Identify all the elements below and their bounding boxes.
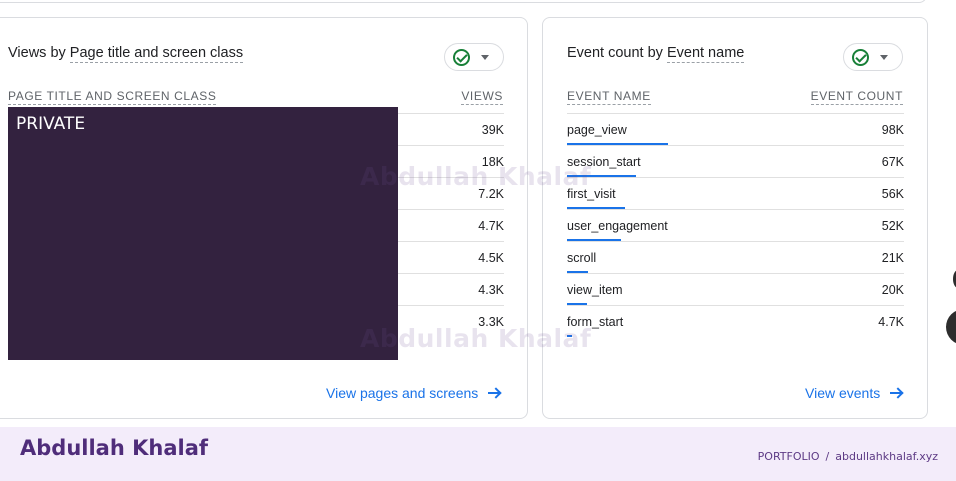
event-count: 56K — [881, 187, 904, 201]
table-row: session_start 67K — [567, 145, 904, 177]
row-value: 4.5K — [478, 251, 504, 265]
event-name: session_start — [567, 155, 641, 169]
floating-action-button[interactable] — [946, 309, 956, 345]
event-count: 4.7K — [878, 315, 904, 329]
check-circle-icon — [852, 48, 869, 66]
view-events-link[interactable]: View events — [805, 385, 902, 401]
table-row: form_start 4.7K — [567, 305, 904, 337]
chevron-down-icon — [481, 54, 489, 60]
private-label: PRIVATE — [16, 114, 86, 134]
event-name: scroll — [567, 251, 597, 265]
event-name: view_item — [567, 283, 623, 297]
row-value: 39K — [481, 123, 504, 137]
previous-card-edge — [0, 0, 927, 3]
dimension-selector[interactable]: Page title and screen class — [69, 45, 244, 63]
card-title: Views by Page title and screen class — [8, 45, 244, 63]
event-count: 98K — [881, 123, 904, 137]
table-row: scroll 21K — [567, 241, 904, 273]
check-circle-icon — [453, 48, 470, 66]
chevron-down-icon — [880, 54, 888, 60]
event-name: first_visit — [567, 187, 616, 201]
portfolio-footer: Abdullah Khalaf PORTFOLIO / abdullahkhalaf… — [0, 427, 956, 481]
event-name: user_engagement — [567, 219, 668, 233]
arrow-right-icon — [890, 387, 902, 399]
view-pages-and-screens-link[interactable]: View pages and screens — [326, 385, 500, 401]
brand-name: Abdullah Khalaf — [20, 436, 208, 460]
event-bar — [567, 335, 572, 337]
event-count: 21K — [881, 251, 904, 265]
link-label: View pages and screens — [326, 385, 479, 401]
arrow-right-icon — [488, 387, 500, 399]
event-name: page_view — [567, 123, 627, 137]
title-prefix: Event count by — [567, 45, 667, 61]
row-value: 4.7K — [478, 219, 504, 233]
table-row: user_engagement 52K — [567, 209, 904, 241]
table-row: view_item 20K — [567, 273, 904, 305]
title-prefix: Views by — [8, 45, 70, 61]
data-quality-dropdown[interactable] — [843, 43, 903, 71]
column-header-views[interactable]: VIEWS — [461, 89, 503, 105]
link-label: View events — [805, 385, 881, 401]
row-value: 7.2K — [478, 187, 504, 201]
event-count-card: Event count by Event name EVENT NAME EVE… — [542, 17, 928, 419]
event-name: form_start — [567, 315, 624, 329]
data-quality-dropdown[interactable] — [444, 43, 504, 71]
table-row: page_view 98K — [567, 113, 904, 145]
private-redaction-block: PRIVATE — [8, 107, 398, 360]
breadcrumb: PORTFOLIO / abdullahkhalaf.xyz — [758, 450, 938, 463]
breadcrumb-section[interactable]: PORTFOLIO — [758, 450, 820, 463]
column-header-event-count[interactable]: EVENT COUNT — [810, 89, 903, 105]
dimension-selector[interactable]: Event name — [666, 45, 745, 63]
events-table: page_view 98K session_start 67K first_visi… — [567, 113, 904, 337]
breadcrumb-site[interactable]: abdullahkhalaf.xyz — [835, 450, 938, 463]
row-value: 18K — [481, 155, 504, 169]
row-value: 3.3K — [478, 315, 504, 329]
column-header-event-name[interactable]: EVENT NAME — [567, 89, 651, 105]
event-count: 52K — [881, 219, 904, 233]
table-row: first_visit 56K — [567, 177, 904, 209]
column-header-page-title[interactable]: PAGE TITLE AND SCREEN CLASS — [8, 89, 217, 105]
breadcrumb-separator: / — [825, 450, 830, 463]
event-count: 20K — [881, 283, 904, 297]
event-count: 67K — [881, 155, 904, 169]
card-title: Event count by Event name — [567, 45, 745, 63]
row-value: 4.3K — [478, 283, 504, 297]
